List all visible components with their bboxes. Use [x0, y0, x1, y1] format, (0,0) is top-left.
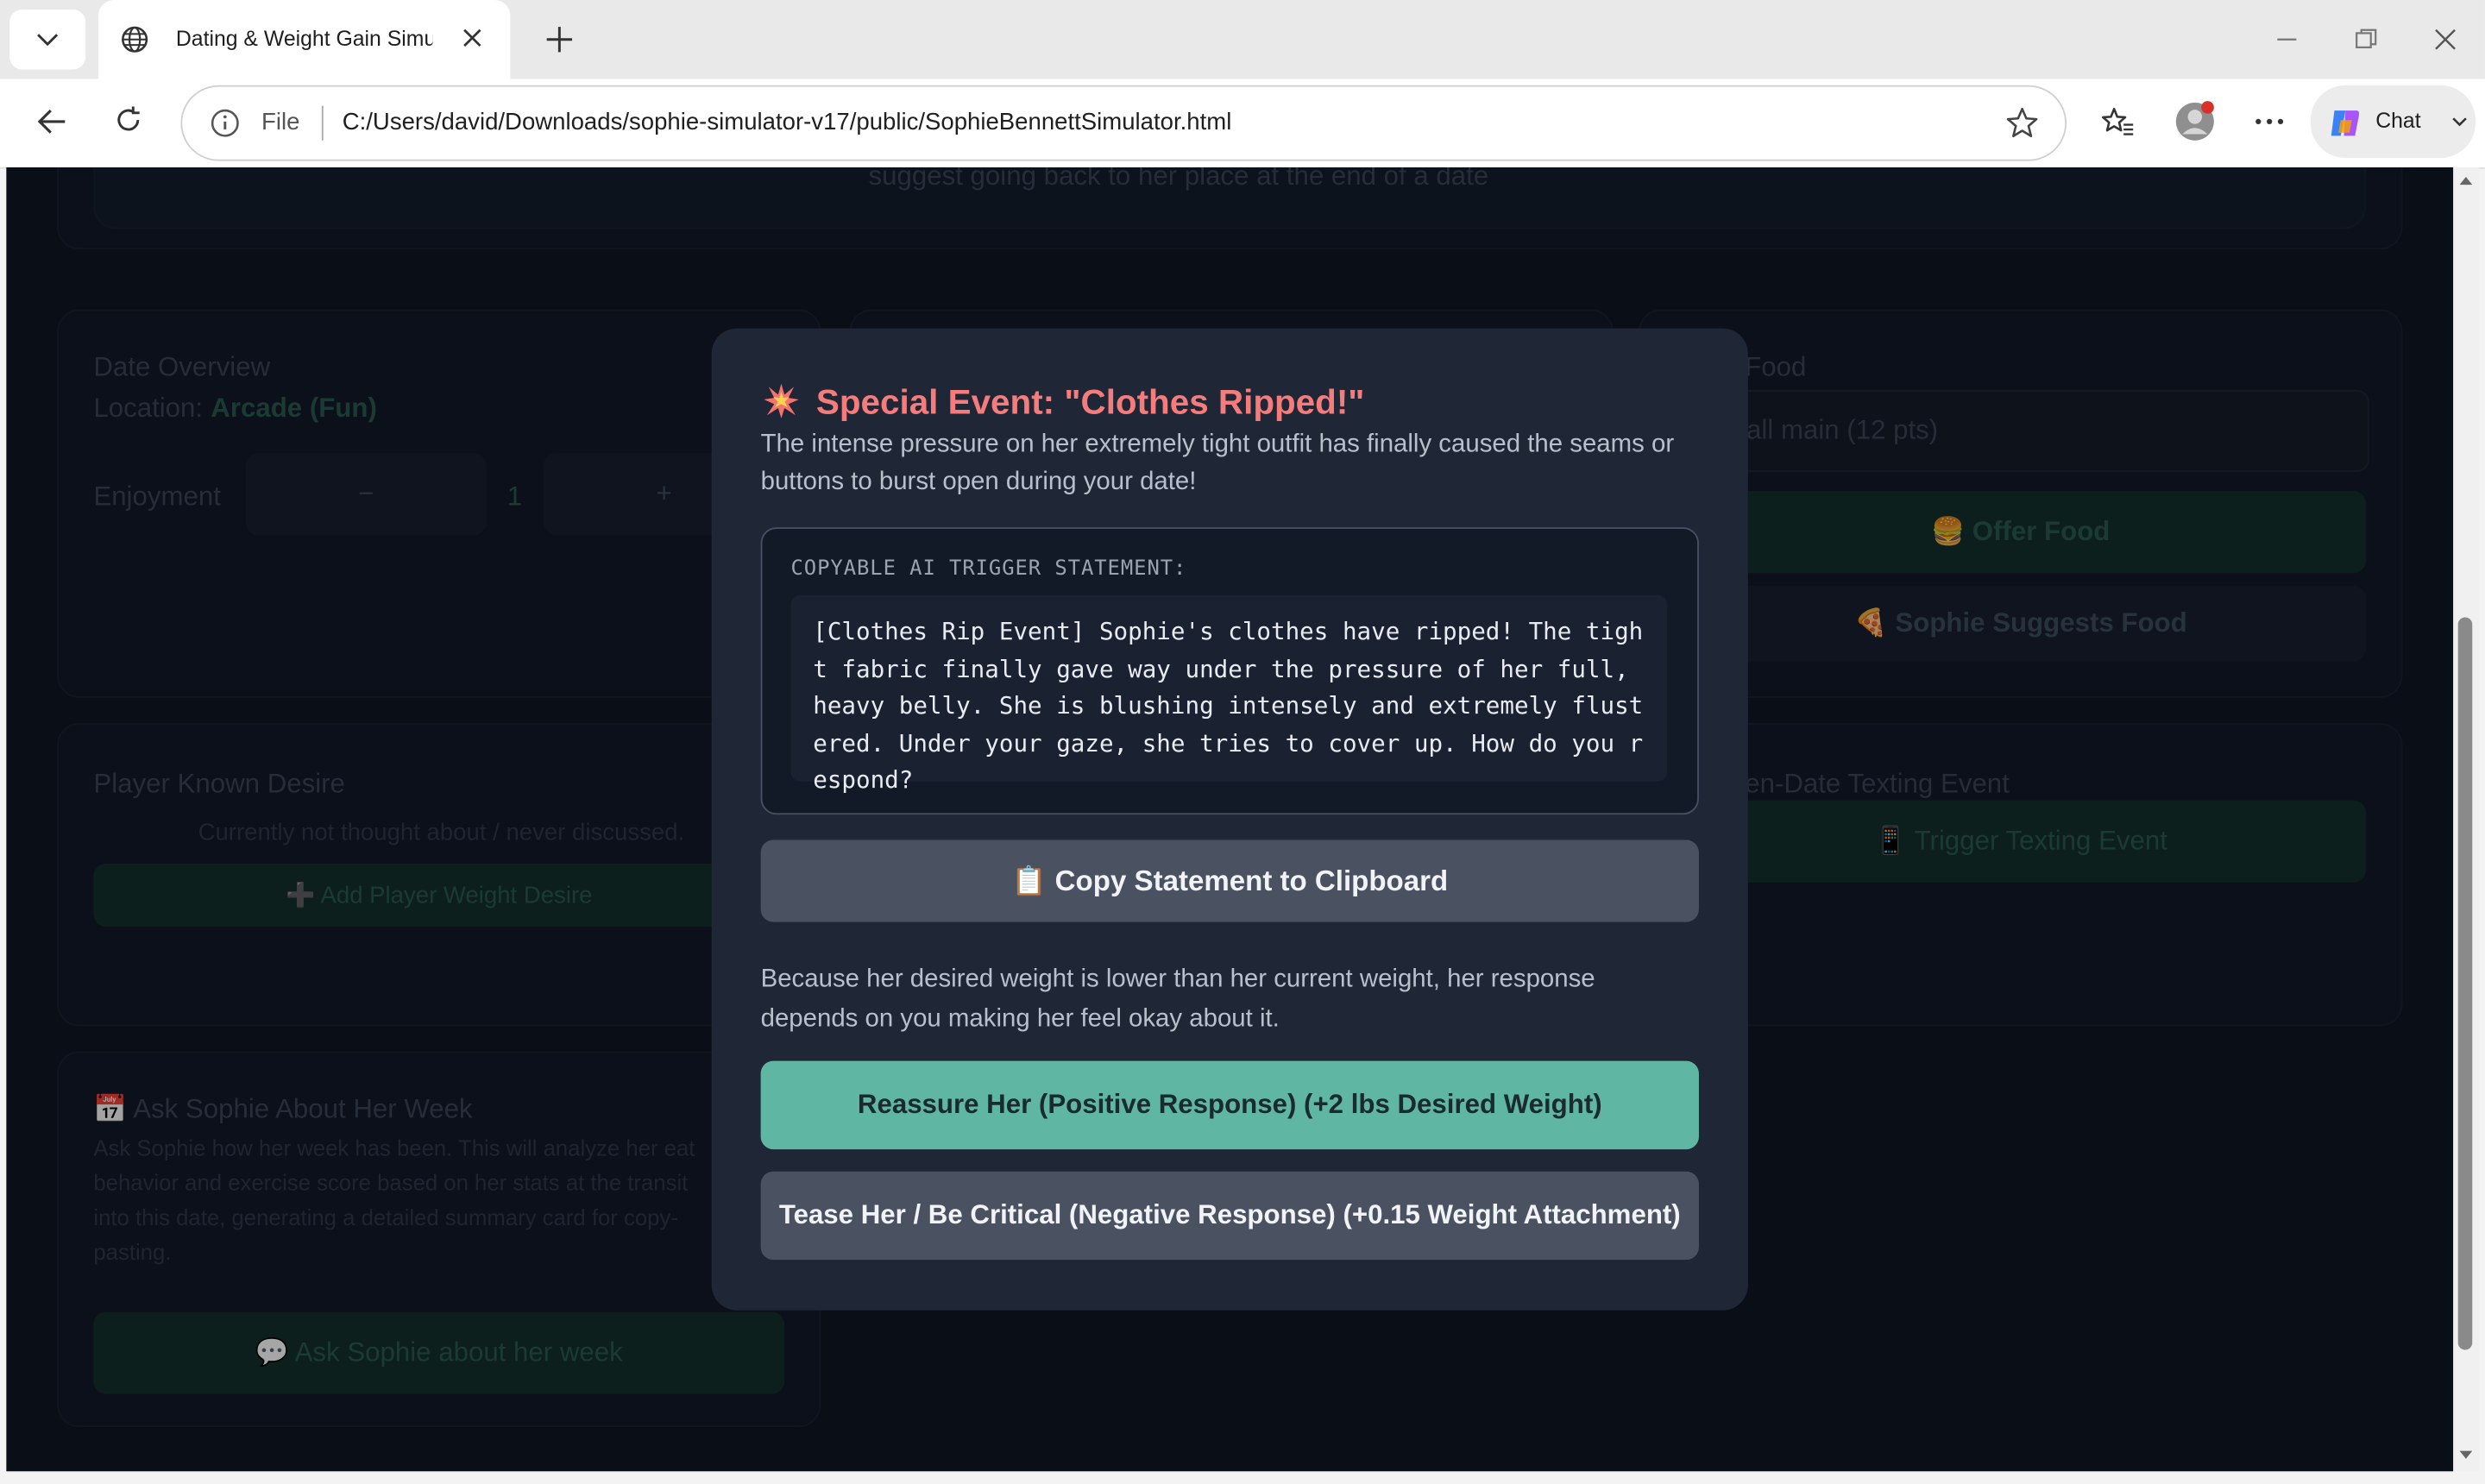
response-note: Because her desired weight is lower than…: [760, 965, 1595, 1033]
profile-avatar-icon[interactable]: [2173, 99, 2217, 143]
address-separator: [321, 105, 324, 141]
statement-text[interactable]: [Clothes Rip Event] Sophie's clothes hav…: [813, 614, 1652, 800]
modal-description: The intense pressure on her extremely ti…: [760, 431, 1675, 496]
chevron-down-icon: [37, 34, 59, 47]
address-bar[interactable]: File C:/Users/david/Downloads/sophie-sim…: [180, 85, 2067, 161]
window-bottom-edge: [0, 1471, 2485, 1484]
reassure-label: Reassure Her (Positive Response) (+2 lbs…: [857, 1089, 1602, 1120]
special-event-modal: Special Event: "Clothes Ripped!" The int…: [711, 328, 1748, 1311]
close-tab-icon[interactable]: [460, 25, 485, 50]
copy-statement-label: 📋 Copy Statement to Clipboard: [1011, 865, 1449, 897]
scroll-up-arrow-icon[interactable]: [2458, 173, 2474, 186]
statement-code-block[interactable]: [Clothes Rip Event] Sophie's clothes hav…: [790, 594, 1668, 794]
copy-statement-button[interactable]: 📋 Copy Statement to Clipboard: [760, 839, 1699, 922]
scroll-down-arrow-icon[interactable]: [2458, 1449, 2474, 1462]
more-options-icon[interactable]: [2252, 104, 2287, 139]
tease-button[interactable]: Tease Her / Be Critical (Negative Respon…: [760, 1171, 1699, 1261]
favorites-icon[interactable]: [2100, 104, 2135, 139]
refresh-icon[interactable]: [112, 104, 144, 136]
tab-actions-menu-button[interactable]: [9, 9, 86, 70]
page-viewport: suggest going back to her place at the e…: [6, 167, 2454, 1472]
globe-icon: [122, 26, 148, 53]
site-info-icon[interactable]: [209, 107, 241, 139]
url-scheme-label: File: [261, 109, 300, 136]
statement-box: COPYABLE AI TRIGGER STATEMENT: [Clothes …: [760, 527, 1699, 815]
url-text[interactable]: C:/Users/david/Downloads/sophie-simulato…: [343, 109, 1232, 135]
chevron-down-icon: [2452, 117, 2467, 127]
browser-toolbar: File C:/Users/david/Downloads/sophie-sim…: [0, 79, 2485, 169]
active-tab[interactable]: Dating & Weight Gain Simu: [98, 0, 511, 79]
favorite-star-icon[interactable]: [2004, 106, 2039, 141]
vertical-scrollbar[interactable]: [2453, 167, 2479, 1472]
chat-label: Chat: [2375, 109, 2421, 133]
copilot-icon: [2331, 110, 2360, 136]
scrollbar-thumb[interactable]: [2457, 617, 2473, 1350]
modal-title: Special Event: "Clothes Ripped!": [815, 381, 1365, 422]
tease-label: Tease Her / Be Critical (Negative Respon…: [778, 1199, 1681, 1230]
reassure-button[interactable]: Reassure Her (Positive Response) (+2 lbs…: [760, 1060, 1699, 1150]
collision-icon: [762, 382, 800, 428]
back-arrow-icon[interactable]: [35, 104, 69, 139]
restore-icon[interactable]: [2352, 25, 2381, 53]
minimize-icon[interactable]: [2273, 25, 2301, 53]
close-window-icon[interactable]: [2431, 25, 2459, 53]
copilot-chat-button[interactable]: Chat: [2310, 85, 2476, 158]
tab-title: Dating & Weight Gain Simu: [175, 27, 433, 51]
tab-bar: Dating & Weight Gain Simu: [0, 0, 2485, 79]
statement-label: COPYABLE AI TRIGGER STATEMENT:: [790, 556, 1187, 582]
new-tab-icon[interactable]: [542, 22, 576, 57]
